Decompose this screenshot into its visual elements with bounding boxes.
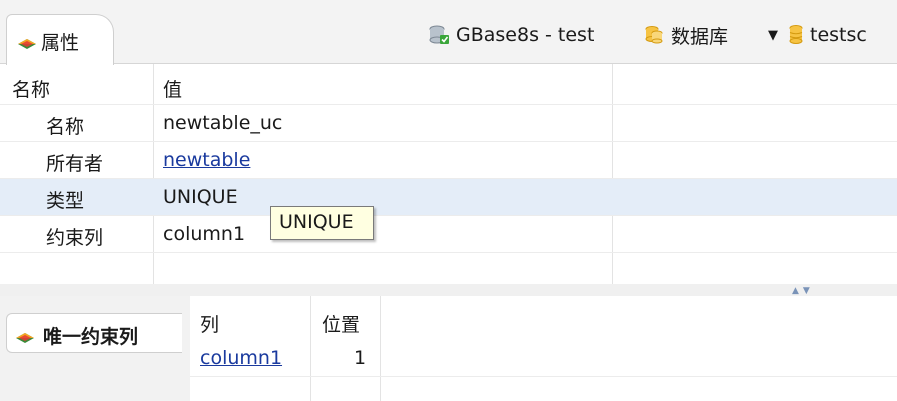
panel-splitter[interactable] xyxy=(0,284,897,296)
prop-value: column1 xyxy=(163,223,246,245)
col-header-column[interactable]: 列 xyxy=(200,310,219,337)
column-link[interactable]: column1 xyxy=(200,347,282,369)
props-row-owner[interactable]: 所有者 newtable xyxy=(0,142,897,179)
tab-properties-label: 属性 xyxy=(41,32,80,54)
collapse-arrows-icon[interactable]: ▲▼ xyxy=(792,286,814,296)
prop-key: 所有者 xyxy=(46,153,104,175)
header-value: 值 xyxy=(163,79,183,101)
props-header-row: 名称 值 xyxy=(0,68,897,105)
breadcrumb-connection[interactable]: GBase8s - test xyxy=(428,22,594,48)
tab-unique-constraint-columns[interactable]: 唯一约束列 xyxy=(6,313,182,353)
col-header-position[interactable]: 位置 xyxy=(322,310,360,337)
database-dropdown[interactable]: ▼ testsc xyxy=(768,22,867,48)
header-name: 名称 xyxy=(12,79,51,101)
properties-icon xyxy=(17,33,37,55)
props-row-type[interactable]: 类型 UNIQUE xyxy=(0,179,897,216)
prop-value: newtable_uc xyxy=(163,112,283,134)
prop-key: 名称 xyxy=(46,116,85,138)
prop-key: 类型 xyxy=(46,190,85,212)
tab-unique-label: 唯一约束列 xyxy=(43,326,139,348)
prop-key: 约束列 xyxy=(46,227,104,249)
database-connection-icon xyxy=(429,25,449,44)
position-value: 1 xyxy=(354,347,367,369)
database-icon xyxy=(789,25,803,44)
dropdown-arrow-icon: ▼ xyxy=(768,27,778,43)
breadcrumb-connection-label: GBase8s - test xyxy=(456,24,595,46)
database-folder-icon xyxy=(645,26,663,44)
prop-value: UNIQUE xyxy=(163,186,238,208)
constraint-columns-grid xyxy=(190,296,897,401)
owner-link[interactable]: newtable xyxy=(163,149,250,171)
tab-properties[interactable]: 属性 xyxy=(6,14,114,65)
row-divider xyxy=(190,376,897,377)
column-divider xyxy=(380,296,381,401)
breadcrumb-database-label: 数据库 xyxy=(671,25,729,48)
column-divider xyxy=(310,296,311,401)
database-dropdown-value: testsc xyxy=(810,24,867,46)
props-row-name[interactable]: 名称 newtable_uc xyxy=(0,105,897,142)
tooltip: UNIQUE xyxy=(270,206,374,240)
props-row-columns[interactable]: 约束列 column1 xyxy=(0,216,897,253)
properties-icon xyxy=(15,327,35,349)
breadcrumb-database[interactable]: 数据库 xyxy=(643,22,728,48)
